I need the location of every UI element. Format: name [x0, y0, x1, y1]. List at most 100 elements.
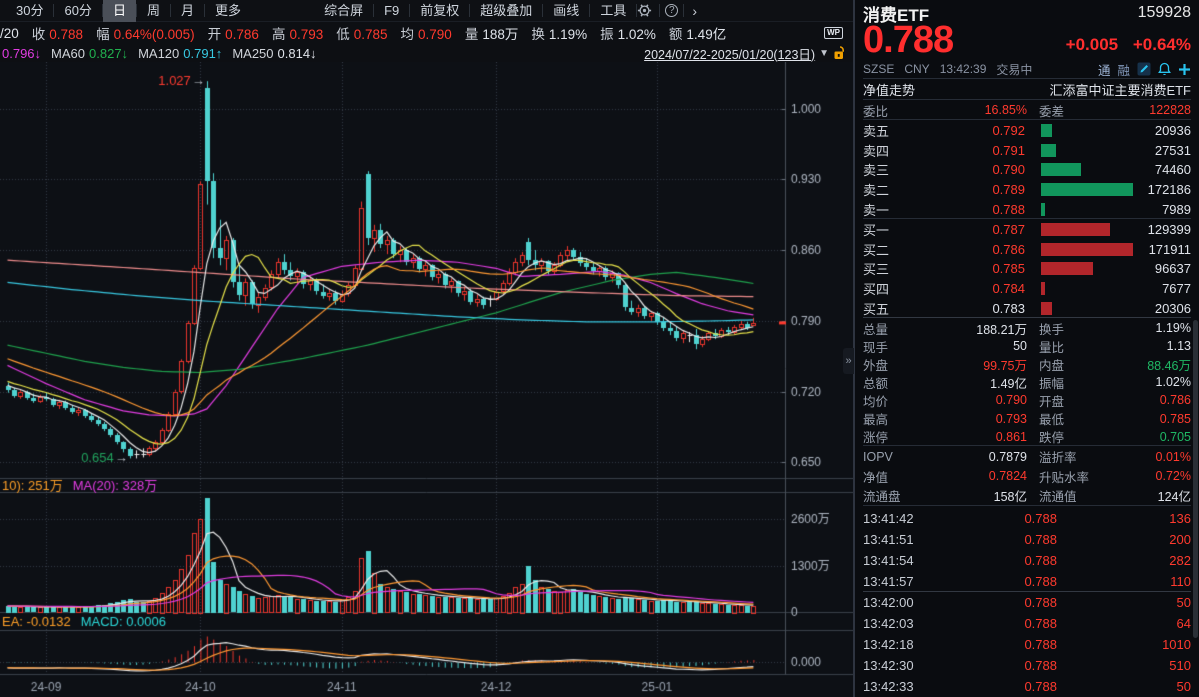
trade-time: 13:42:03 [863, 616, 947, 631]
exchange-label: SZSE [863, 62, 894, 76]
plus-icon[interactable] [1178, 63, 1191, 76]
iopv-label: 净值 [863, 467, 925, 486]
ma-label: MA60 [51, 46, 85, 61]
iopv-label: 流通盘 [863, 486, 925, 505]
stat-label: 现手 [863, 337, 909, 356]
volume-bar-fill [1041, 282, 1045, 295]
order-level-label: 卖三 [863, 160, 903, 179]
order-volume: 96637 [1155, 261, 1191, 276]
stat-label: 换手 [1027, 319, 1101, 338]
bid-row[interactable]: 买一0.787129399 [863, 220, 1191, 240]
tool-2[interactable]: F9 [374, 0, 409, 22]
bid-row[interactable]: 买二0.786171911 [863, 240, 1191, 260]
date-range[interactable]: 2024/07/22-2025/01/20(123日) [644, 44, 815, 63]
unlock-icon[interactable] [833, 45, 847, 61]
trade-row: 13:41:540.788282 [863, 550, 1191, 571]
ma-value: 0.814↓ [278, 46, 317, 61]
tab-period-6[interactable]: 更多 [205, 0, 251, 22]
tab-period-5[interactable]: 月 [171, 0, 204, 22]
ask-row[interactable]: 卖三0.79074460 [863, 160, 1191, 180]
summary-value: 0.790 [418, 27, 452, 42]
bell-icon[interactable] [1158, 62, 1171, 76]
help-icon[interactable]: ? [665, 4, 678, 17]
trade-time: 13:42:18 [863, 637, 947, 652]
tool-5[interactable]: 画线 [543, 0, 589, 22]
gear-icon[interactable] [637, 3, 652, 18]
chevron-right-icon[interactable]: › [684, 3, 705, 19]
bid-row[interactable]: 买三0.78596637 [863, 259, 1191, 279]
order-level-label: 买一 [863, 220, 903, 239]
ask-row[interactable]: 卖一0.7887989 [863, 199, 1191, 219]
stat-label: 涨停 [863, 427, 909, 446]
order-volume-bar: 96637 [1041, 262, 1191, 275]
stat-label: 最低 [1027, 409, 1101, 428]
edit-icon[interactable] [1137, 62, 1151, 76]
badge-margin: 融 [1117, 60, 1130, 79]
trade-price: 0.788 [947, 658, 1057, 673]
ma-value: 0.791↑ [183, 46, 222, 61]
ask-row[interactable]: 卖五0.79220936 [863, 121, 1191, 141]
trade-volume: 510 [1057, 658, 1191, 673]
scrollbar[interactable] [1193, 320, 1198, 638]
gear-icon-wrap[interactable] [637, 3, 659, 18]
order-level-label: 买五 [863, 299, 903, 318]
commission-row: 委比 16.85% 委差 122828 [863, 101, 1191, 120]
kline-chart[interactable] [0, 62, 853, 697]
summary-value: 1.02% [618, 27, 656, 42]
last-price: 0.788 [863, 22, 953, 58]
bid-row[interactable]: 买四0.7847677 [863, 279, 1191, 299]
tab-period-4[interactable]: 周 [137, 0, 170, 22]
ask-row[interactable]: 卖四0.79127531 [863, 141, 1191, 161]
order-volume: 20306 [1155, 301, 1191, 316]
order-volume-bar: 129399 [1041, 223, 1191, 236]
summary-item: 低0.785 [336, 23, 387, 43]
ma-item: MA1200.791↑ [138, 46, 222, 61]
order-price: 0.792 [903, 123, 1025, 138]
chevron-down-icon[interactable]: ▼ [819, 48, 829, 59]
nav-trend-link[interactable]: 净值走势 [863, 80, 915, 99]
order-level-label: 卖二 [863, 180, 903, 199]
stat-label: 开盘 [1027, 391, 1101, 410]
tool-3[interactable]: 前复权 [410, 0, 469, 22]
ma-value: 0.796↓ [2, 46, 41, 61]
tab-period-1[interactable]: 30分 [6, 0, 53, 22]
volume-bar-fill [1041, 262, 1093, 275]
stat-label: 量比 [1027, 337, 1101, 356]
tool-1[interactable]: 综合屏 [314, 0, 373, 22]
iopv-value: 0.7879 [925, 450, 1027, 464]
tab-period-3[interactable]: 日 [103, 0, 136, 22]
tab-period-2[interactable]: 60分 [54, 0, 101, 22]
order-volume-bar: 171911 [1041, 243, 1191, 256]
badge-connect: 通 [1098, 60, 1111, 79]
tool-6[interactable]: 工具 [590, 0, 636, 22]
trade-time: 13:42:30 [863, 658, 947, 673]
stat-row: 涨停0.861跌停0.705 [863, 428, 1191, 446]
fund-name[interactable]: 汇添富中证主要消费ETF [1049, 80, 1191, 99]
trade-price: 0.788 [947, 532, 1057, 547]
stat-value: 99.75万 [909, 355, 1027, 374]
trading-status: 交易中 [996, 61, 1032, 78]
stat-label: 振幅 [1027, 373, 1101, 392]
order-price: 0.791 [903, 143, 1025, 158]
summary-label: 低 [336, 27, 350, 42]
summary-label: 开 [208, 27, 222, 42]
iopv-label: 流通值 [1027, 486, 1113, 505]
collapse-expander[interactable]: » [843, 348, 854, 374]
summary-label: 量 [465, 27, 479, 42]
bid-row[interactable]: 买五0.78320306 [863, 298, 1191, 318]
trade-volume: 200 [1057, 532, 1191, 547]
order-volume: 27531 [1155, 143, 1191, 158]
summary-label: 高 [272, 27, 286, 42]
tool-separator [659, 4, 660, 17]
tick-trades-list: 13:41:420.78813613:41:510.78820013:41:54… [863, 508, 1191, 697]
trade-row: 13:41:570.788110 [863, 571, 1191, 592]
weicha-value: 122828 [1101, 103, 1191, 117]
wp-window-icon[interactable]: WP [824, 27, 843, 39]
ask-row[interactable]: 卖二0.789172186 [863, 180, 1191, 200]
iopv-value: 0.01% [1113, 450, 1191, 464]
order-volume-bar: 74460 [1041, 163, 1191, 176]
tool-4[interactable]: 超级叠加 [470, 0, 542, 22]
weibi-value: 16.85% [909, 103, 1027, 117]
trade-time: 13:41:57 [863, 574, 947, 589]
trade-row: 13:41:420.788136 [863, 508, 1191, 529]
